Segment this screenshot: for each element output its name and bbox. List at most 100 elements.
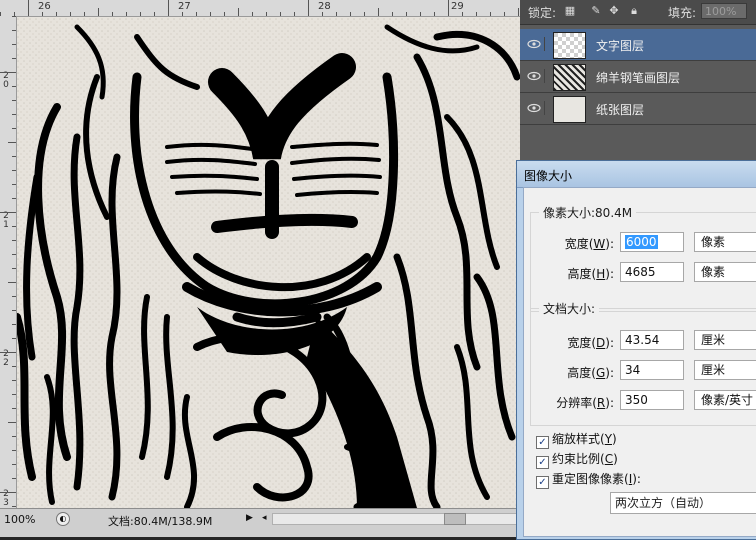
horizontal-scrollbar[interactable] bbox=[272, 513, 520, 525]
checkmark-icon: ✓ bbox=[536, 456, 549, 469]
ruler-tick bbox=[28, 0, 29, 16]
ruler-tick bbox=[126, 12, 127, 16]
ruler-tick bbox=[12, 296, 16, 297]
ruler-tick bbox=[476, 12, 477, 16]
ruler-tick bbox=[8, 142, 16, 143]
resolution-input[interactable]: 350 bbox=[620, 390, 684, 410]
ruler-tick bbox=[224, 12, 225, 16]
ruler-tick bbox=[266, 12, 267, 16]
pixel-height-label: 高度(H): bbox=[567, 267, 614, 281]
pixel-size-legend: 像素大小:80.4M bbox=[539, 204, 637, 221]
ruler-tick bbox=[12, 184, 16, 185]
ruler-tick bbox=[490, 12, 491, 16]
layer-thumbnail bbox=[553, 64, 586, 91]
ruler-tick bbox=[336, 12, 337, 16]
ruler-tick bbox=[210, 12, 211, 16]
ruler-tick bbox=[12, 394, 16, 395]
scrollbar-thumb[interactable] bbox=[444, 513, 466, 525]
ruler-tick bbox=[518, 8, 519, 16]
ruler-left[interactable]: 20 21 22 23 bbox=[0, 16, 17, 508]
ruler-tick bbox=[504, 12, 505, 16]
lock-brush-icon[interactable]: ✎ bbox=[590, 5, 602, 17]
constrain-proportions-checkbox[interactable]: ✓ 约束比例(C) bbox=[536, 450, 618, 469]
pixel-height-input[interactable]: 4685 bbox=[620, 262, 684, 282]
ruler-tick bbox=[12, 58, 16, 59]
ruler-tick bbox=[12, 506, 16, 507]
ruler-tick bbox=[392, 12, 393, 16]
zoom-level[interactable]: 100% bbox=[4, 513, 35, 526]
ruler-tick bbox=[434, 12, 435, 16]
doc-height-unit-select[interactable]: 厘米 bbox=[694, 360, 756, 380]
scale-styles-checkbox[interactable]: ✓ 缩放样式(Y) bbox=[536, 430, 617, 449]
ruler-tick bbox=[12, 86, 16, 87]
document-size: 文档:80.4M/138.9M bbox=[108, 515, 213, 528]
ruler-tick bbox=[12, 366, 16, 367]
ruler-tick bbox=[182, 12, 183, 16]
doc-height-label: 高度(G): bbox=[567, 366, 614, 380]
ruler-label: 28 bbox=[318, 1, 331, 12]
scroll-left-icon[interactable]: ◂ bbox=[262, 513, 267, 523]
ruler-tick bbox=[350, 12, 351, 16]
ruler-tick bbox=[12, 450, 16, 451]
ruler-label: 27 bbox=[178, 1, 191, 12]
document-canvas[interactable] bbox=[17, 17, 520, 508]
ruler-label: 20 bbox=[3, 71, 9, 90]
image-size-dialog: 图像大小 像素大小:80.4M 宽度(W): 6000 像素 高度(H): 46… bbox=[516, 160, 756, 540]
ruler-label: 21 bbox=[3, 211, 9, 230]
resample-image-checkbox[interactable]: ✓ 重定图像像素(I): bbox=[536, 470, 641, 489]
lock-move-icon[interactable]: ✥ bbox=[608, 5, 620, 17]
ruler-tick bbox=[12, 408, 16, 409]
layer-row-paper[interactable]: 纸张图层 bbox=[520, 93, 756, 125]
ruler-tick bbox=[196, 12, 197, 16]
ruler-tick bbox=[12, 464, 16, 465]
layer-row-text[interactable]: 文字图层 bbox=[520, 29, 756, 61]
resample-method-select[interactable]: 两次立方（自动） bbox=[610, 492, 756, 514]
pixel-height-unit-select[interactable]: 像素 bbox=[694, 262, 756, 282]
dialog-titlebar[interactable]: 图像大小 bbox=[517, 161, 756, 188]
sheep-drawing bbox=[17, 17, 520, 508]
ruler-tick bbox=[12, 16, 16, 17]
ruler-tick bbox=[280, 12, 281, 16]
ruler-tick bbox=[8, 282, 16, 283]
doc-height-input[interactable]: 34 bbox=[620, 360, 684, 380]
ruler-tick bbox=[70, 12, 71, 16]
ruler-tick bbox=[12, 100, 16, 101]
ruler-tick bbox=[364, 12, 365, 16]
ruler-tick bbox=[12, 240, 16, 241]
ruler-tick bbox=[0, 492, 16, 493]
lock-label: 锁定: bbox=[528, 6, 557, 20]
ruler-tick bbox=[420, 12, 421, 16]
pixel-width-label: 宽度(W): bbox=[564, 237, 614, 251]
eye-icon[interactable] bbox=[526, 69, 545, 83]
ruler-tick bbox=[12, 436, 16, 437]
pixel-width-unit-select[interactable]: 像素 bbox=[694, 232, 756, 252]
pixel-width-input[interactable]: 6000 bbox=[620, 232, 684, 252]
layer-name: 纸张图层 bbox=[596, 103, 645, 117]
eye-icon[interactable] bbox=[526, 37, 545, 51]
layer-row-sheep[interactable]: 绵羊钢笔画图层 bbox=[520, 61, 756, 93]
ruler-tick bbox=[12, 324, 16, 325]
ruler-tick bbox=[12, 268, 16, 269]
status-bar: 100% ◐ 文档:80.4M/138.9M ▶ ◂ bbox=[0, 508, 520, 537]
status-arrow-right-icon[interactable]: ▶ bbox=[246, 513, 253, 523]
resolution-label: 分辨率(R): bbox=[556, 396, 614, 410]
lock-transparent-icon[interactable]: ▦ bbox=[564, 5, 576, 17]
resolution-unit-select[interactable]: 像素/英寸 bbox=[694, 390, 756, 410]
layer-name: 文字图层 bbox=[596, 39, 645, 53]
doc-width-unit-select[interactable]: 厘米 bbox=[694, 330, 756, 350]
checkmark-icon: ✓ bbox=[536, 436, 549, 449]
ruler-tick bbox=[42, 12, 43, 16]
ruler-tick bbox=[462, 12, 463, 16]
ruler-tick bbox=[252, 12, 253, 16]
ruler-top[interactable]: 26 27 28 29 bbox=[0, 0, 520, 17]
lock-all-icon[interactable]: 🔒︎ bbox=[628, 5, 640, 17]
doc-width-input[interactable]: 43.54 bbox=[620, 330, 684, 350]
status-menu-icon[interactable]: ◐ bbox=[56, 512, 70, 526]
ruler-tick bbox=[0, 72, 16, 73]
doc-width-label: 宽度(D): bbox=[567, 336, 614, 350]
ruler-tick bbox=[12, 170, 16, 171]
eye-icon[interactable] bbox=[526, 101, 545, 115]
layer-name: 绵羊钢笔画图层 bbox=[596, 71, 681, 85]
fill-input[interactable]: 100% bbox=[701, 3, 747, 19]
ruler-label: 29 bbox=[451, 1, 464, 12]
